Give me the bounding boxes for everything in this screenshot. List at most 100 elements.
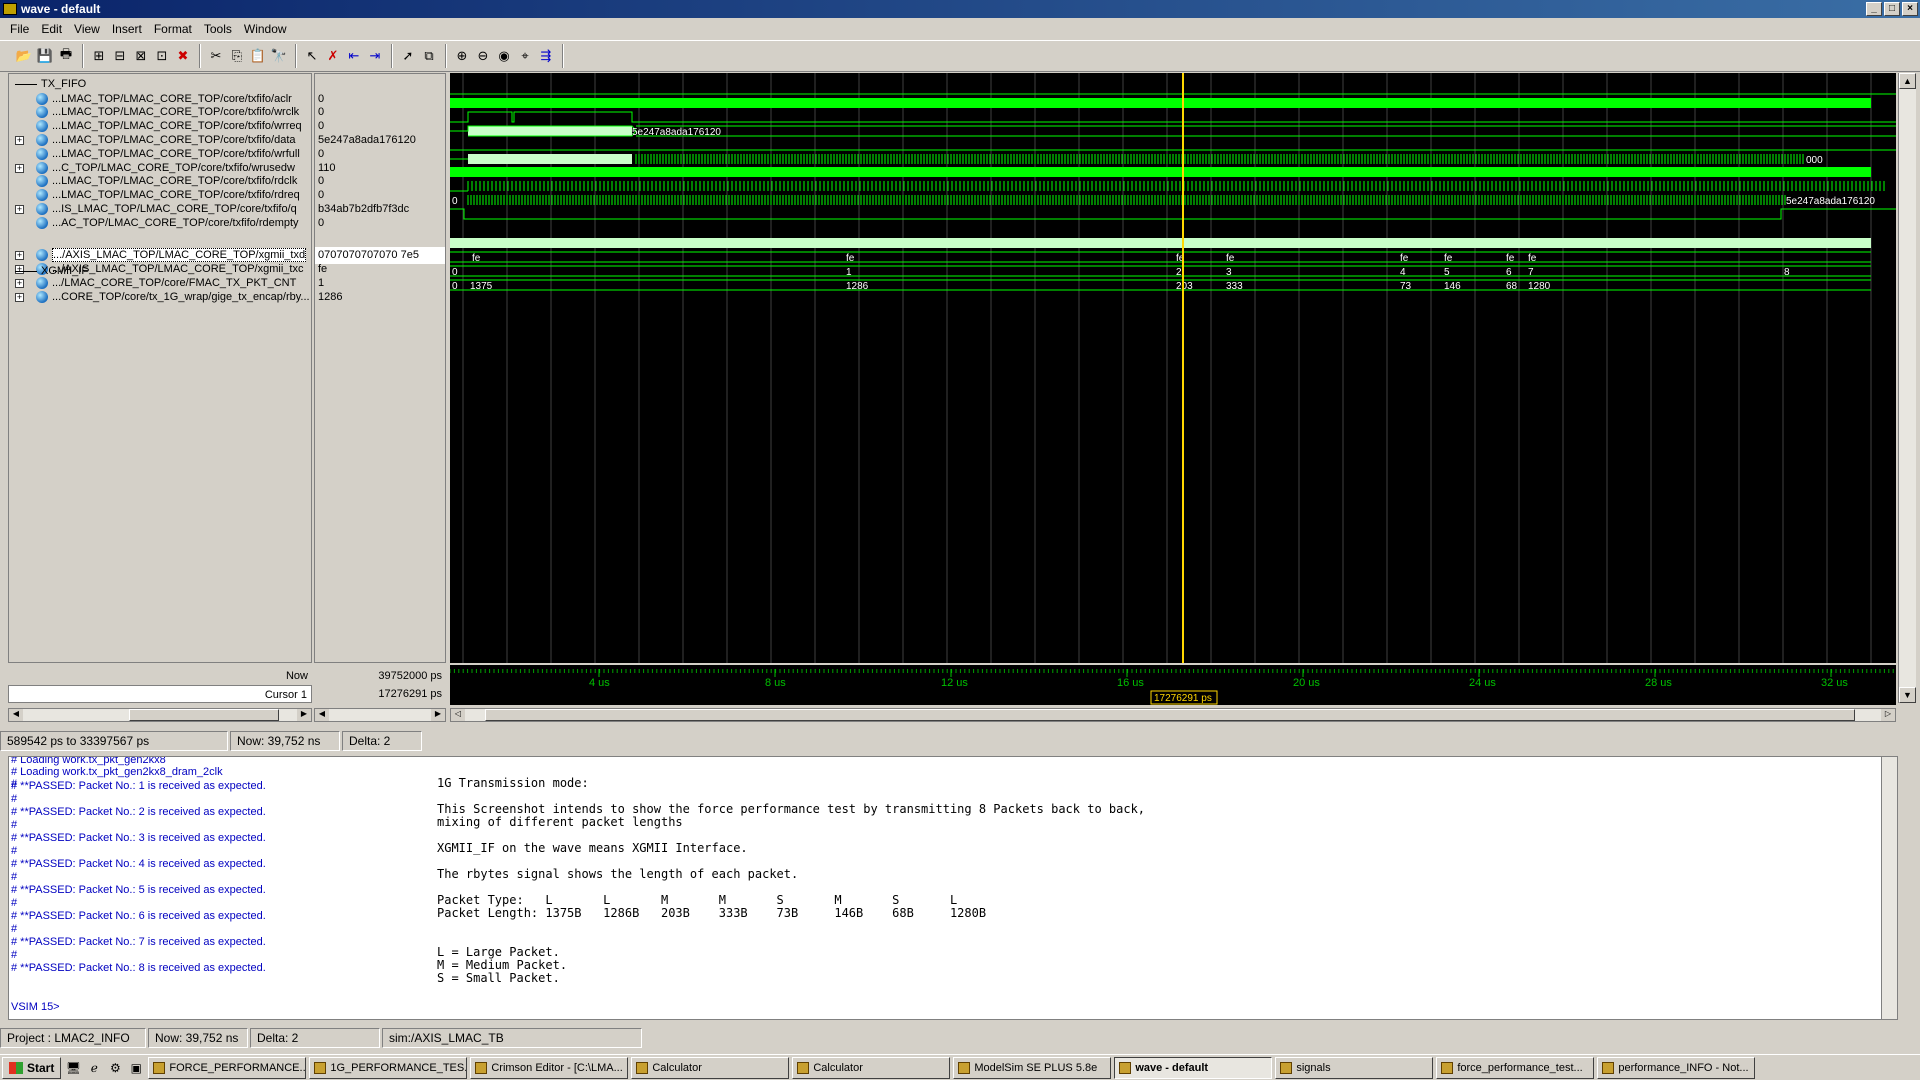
expand-icon[interactable]: + bbox=[15, 163, 24, 173]
scroll-left-icon[interactable]: ◀ bbox=[9, 709, 23, 721]
internet-explorer-icon[interactable]: ℯ bbox=[85, 1059, 103, 1077]
open-icon[interactable]: 📂 bbox=[14, 46, 34, 66]
taskbar-task[interactable]: Calculator bbox=[631, 1056, 790, 1079]
time-ruler[interactable]: 4 us 8 us 12 us 16 us 20 us 24 us 28 us 32 us 17… bbox=[449, 665, 1896, 705]
zoom-region-icon[interactable]: ⇶ bbox=[536, 46, 556, 66]
ruler-tick-label: 16 us bbox=[1117, 677, 1144, 689]
previous-transition-icon[interactable]: ⇤ bbox=[344, 46, 364, 66]
maximize-button[interactable]: □ bbox=[1884, 2, 1900, 16]
menu-edit[interactable]: Edit bbox=[35, 22, 68, 36]
taskbar-task[interactable]: force_performance_test... bbox=[1436, 1056, 1595, 1079]
delete-signal-icon[interactable]: ✖ bbox=[173, 46, 193, 66]
insert-bookmark-icon[interactable]: ⊡ bbox=[152, 46, 172, 66]
media-icon[interactable]: ▣ bbox=[127, 1059, 145, 1077]
expand-icon[interactable]: + bbox=[15, 135, 24, 145]
transcript-line: # **PASSED: Packet No.: 7 is received as… bbox=[11, 936, 266, 948]
values-horizontal-scrollbar[interactable]: ◀ ▶ bbox=[314, 708, 446, 722]
data-bus-busy bbox=[468, 126, 632, 136]
taskbar-task[interactable]: performance_INFO - Not... bbox=[1597, 1056, 1756, 1079]
insert-divider-icon[interactable]: ⊟ bbox=[110, 46, 130, 66]
scroll-right-icon[interactable]: ▶ bbox=[431, 709, 445, 721]
taskbar-task[interactable]: Crimson Editor - [C:\LMA... bbox=[470, 1056, 629, 1079]
signal-value[interactable]: 0 bbox=[315, 215, 445, 232]
save-icon[interactable]: 💾 bbox=[35, 46, 55, 66]
cut-icon[interactable]: ✂ bbox=[206, 46, 226, 66]
signal-values-pane[interactable]: 0 0 0 5e247a8ada176120 0 110 0 0 b34ab7b2dfb7f3d… bbox=[314, 73, 446, 663]
taskbar-task[interactable]: ModelSim SE PLUS 5.8e bbox=[953, 1056, 1112, 1079]
group-xgmii-if[interactable]: XGMII_IF bbox=[9, 263, 311, 280]
wave-horizontal-scrollbar[interactable]: ◁ ▷ bbox=[450, 708, 1896, 722]
insert-signal-icon[interactable]: ⊞ bbox=[89, 46, 109, 66]
signal-row[interactable]: + ...CORE_TOP/core/tx_1G_wrap/gige_tx_enc… bbox=[9, 289, 311, 306]
signal-row[interactable]: ...AC_TOP/LMAC_CORE_TOP/core/txfifo/rdem… bbox=[9, 215, 311, 232]
menu-tools[interactable]: Tools bbox=[198, 22, 238, 36]
rbytes-label: 146 bbox=[1444, 281, 1461, 292]
signal-icon bbox=[36, 175, 48, 188]
names-horizontal-scrollbar[interactable]: ◀ ▶ bbox=[8, 708, 312, 722]
scroll-up-icon[interactable]: ▲ bbox=[1899, 73, 1916, 89]
expand-icon[interactable]: + bbox=[15, 250, 24, 260]
select-mode-icon[interactable]: ➚ bbox=[398, 46, 418, 66]
show-desktop-icon[interactable]: 🖥 bbox=[64, 1059, 82, 1077]
signal-name: ...AC_TOP/LMAC_CORE_TOP/core/txfifo/rdem… bbox=[52, 217, 299, 229]
toolbar: 📂 💾 🖶 ⊞ ⊟ ⊠ ⊡ ✖ ✂ ⎘ 📋 🔭 ↖ ✗ ⇤ ⇥ ➚ ⧉ ⊕ ⊖ … bbox=[0, 40, 1920, 72]
scroll-thumb[interactable] bbox=[485, 709, 1855, 721]
settings-icon[interactable]: ⚙ bbox=[106, 1059, 124, 1077]
scroll-down-icon[interactable]: ▼ bbox=[1899, 687, 1916, 703]
zoom-in-icon[interactable]: ⊕ bbox=[452, 46, 472, 66]
pkt-cnt-label: 6 bbox=[1506, 267, 1512, 278]
taskbar-task[interactable]: FORCE_PERFORMANCE... bbox=[148, 1056, 307, 1079]
close-button[interactable]: × bbox=[1902, 2, 1918, 16]
rbytes-label: 1280 bbox=[1528, 281, 1551, 292]
zoom-full-icon[interactable]: ◉ bbox=[494, 46, 514, 66]
signal-names-pane[interactable]: TX_FIFO ...LMAC_TOP/LMAC_CORE_TOP/core/t… bbox=[8, 73, 312, 663]
menu-insert[interactable]: Insert bbox=[106, 22, 148, 36]
scroll-thumb[interactable] bbox=[129, 709, 279, 721]
signal-icon bbox=[36, 217, 48, 230]
zoom-out-icon[interactable]: ⊖ bbox=[473, 46, 493, 66]
print-icon[interactable]: 🖶 bbox=[56, 46, 76, 66]
expand-icon[interactable]: + bbox=[15, 204, 24, 214]
rbytes-label: 68 bbox=[1506, 281, 1518, 292]
menu-view[interactable]: View bbox=[68, 22, 106, 36]
xgmii-txc-label: fe bbox=[1400, 253, 1409, 264]
rbytes-label: 1286 bbox=[846, 281, 869, 292]
task-label: signals bbox=[1296, 1061, 1331, 1074]
expand-icon[interactable]: + bbox=[15, 292, 24, 302]
start-button[interactable]: Start bbox=[2, 1056, 62, 1079]
zoom-cursor-icon[interactable]: ⌖ bbox=[515, 46, 535, 66]
wave-vertical-scrollbar[interactable]: ▲ ▼ bbox=[1898, 73, 1916, 703]
menu-window[interactable]: Window bbox=[238, 22, 293, 36]
taskbar-task[interactable]: 1G_PERFORMANCE_TES... bbox=[309, 1056, 468, 1079]
find-icon[interactable]: 🔭 bbox=[269, 46, 289, 66]
scroll-right-icon[interactable]: ▷ bbox=[1881, 709, 1895, 721]
waveform-canvas[interactable]: 5e247a8ada1761200000 5e247a8ada176120fe fe… bbox=[450, 73, 1896, 663]
menu-format[interactable]: Format bbox=[148, 22, 198, 36]
task-label: ModelSim SE PLUS 5.8e bbox=[974, 1061, 1098, 1074]
transcript-pane[interactable]: # Loading work.tx_pkt_gen2kx8 # Loading w… bbox=[8, 756, 1898, 1020]
taskbar-task[interactable]: signals bbox=[1275, 1056, 1434, 1079]
scroll-left-icon[interactable]: ◁ bbox=[451, 709, 465, 721]
xgmii-txc-label: fe bbox=[1226, 253, 1235, 264]
minimize-button[interactable]: _ bbox=[1866, 2, 1882, 16]
scroll-left-icon[interactable]: ◀ bbox=[315, 709, 329, 721]
signal-value[interactable]: 1286 bbox=[315, 289, 445, 306]
copy-icon[interactable]: ⎘ bbox=[227, 46, 247, 66]
transcript-line: # Loading work.tx_pkt_gen2kx8 bbox=[11, 756, 166, 766]
transcript-scrollbar[interactable] bbox=[1881, 757, 1897, 1019]
main-delta: Delta: 2 bbox=[250, 1028, 380, 1048]
delete-cursor-icon[interactable]: ✗ bbox=[323, 46, 343, 66]
add-cursor-icon[interactable]: ↖ bbox=[302, 46, 322, 66]
next-transition-icon[interactable]: ⇥ bbox=[365, 46, 385, 66]
signal-icon bbox=[36, 120, 48, 133]
window-titlebar[interactable]: wave - default _ □ × bbox=[0, 0, 1920, 18]
taskbar-task[interactable]: Calculator bbox=[792, 1056, 951, 1079]
zoom-mode-icon[interactable]: ⧉ bbox=[419, 46, 439, 66]
scroll-right-icon[interactable]: ▶ bbox=[297, 709, 311, 721]
cursor-label[interactable]: Cursor 1 bbox=[8, 685, 312, 703]
menu-file[interactable]: File bbox=[4, 22, 35, 36]
taskbar-task[interactable]: wave - default bbox=[1114, 1056, 1273, 1079]
paste-icon[interactable]: 📋 bbox=[248, 46, 268, 66]
insert-breakpoint-icon[interactable]: ⊠ bbox=[131, 46, 151, 66]
waveform-pane[interactable]: 5e247a8ada176120 000 0 5e247a8ada176120 fe fe… bbox=[450, 73, 1896, 663]
